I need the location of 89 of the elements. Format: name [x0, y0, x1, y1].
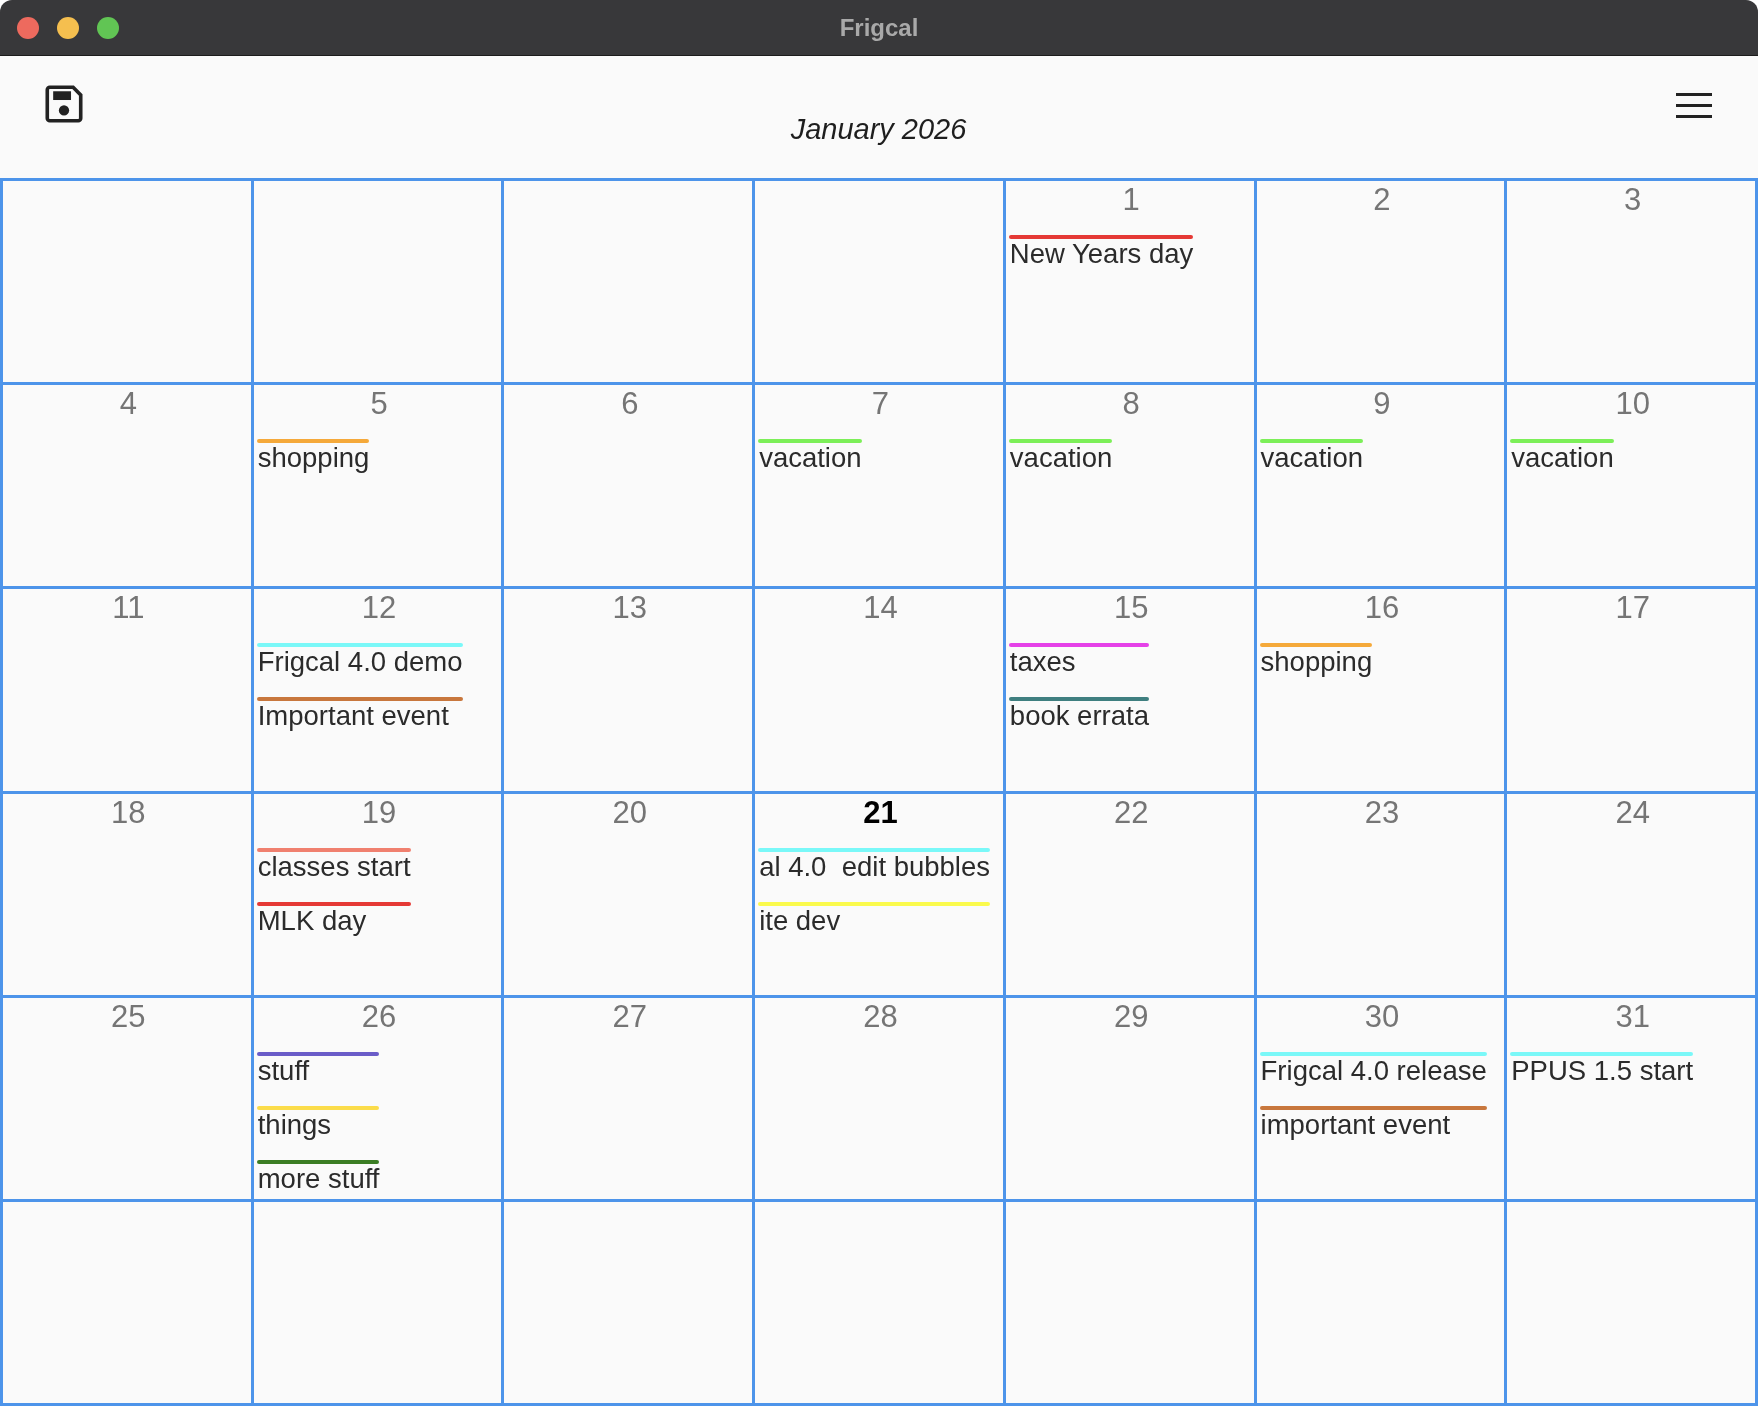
day-number: 18 [111, 793, 146, 832]
day-cell[interactable]: 19 classes start MLK day [253, 793, 502, 995]
event-label[interactable]: vacation [1510, 443, 1614, 474]
day-cell[interactable]: 16 shopping [1256, 589, 1505, 791]
event-label[interactable]: vacation [1008, 443, 1113, 474]
window-minimize-button[interactable] [57, 16, 79, 39]
day-number: 5 [370, 385, 388, 424]
day-number: 22 [1113, 793, 1149, 832]
day-number: 3 [1624, 181, 1642, 219]
event-label[interactable]: more stuff [256, 1163, 380, 1194]
day-cell[interactable]: 9 vacation [1256, 385, 1505, 587]
event-label[interactable]: Frigcal 4.0 demo [256, 647, 463, 678]
day-cell[interactable]: 13 [504, 589, 753, 791]
day-number: 25 [111, 997, 146, 1036]
day-number: 14 [863, 589, 898, 628]
day-number: 28 [863, 997, 898, 1036]
event-label[interactable]: MLK day [256, 905, 367, 936]
day-number: 15 [1113, 589, 1149, 628]
window-zoom-button[interactable] [97, 16, 119, 39]
day-cell[interactable]: 18 [3, 793, 251, 995]
day-number: 12 [361, 589, 397, 628]
day-number: 4 [119, 385, 137, 424]
event-label[interactable]: things [256, 1109, 332, 1140]
day-cell[interactable]: 14 [755, 589, 1003, 791]
window-title: Frigcal [839, 13, 919, 42]
day-cell[interactable]: 25 [3, 997, 251, 1199]
event-label[interactable]: shopping [1259, 647, 1373, 678]
event-label[interactable]: taxes [1008, 647, 1076, 678]
day-cell[interactable]: 7 vacation [755, 385, 1003, 587]
day-number: 23 [1364, 793, 1400, 832]
day-cell[interactable]: 22 [1005, 793, 1254, 995]
day-number: 30 [1364, 997, 1400, 1036]
day-cell[interactable]: 3 [1507, 181, 1755, 383]
event-label[interactable]: al 4.0 edit bubbles [758, 851, 990, 882]
day-number: 16 [1364, 589, 1400, 628]
day-number: 8 [1122, 385, 1140, 424]
event-label[interactable]: ite dev [758, 905, 841, 936]
event-label[interactable]: Important event [256, 701, 449, 732]
day-cell[interactable]: 8 vacation [1005, 385, 1254, 587]
event-label[interactable]: book errata [1008, 701, 1149, 732]
day-number: 29 [1113, 997, 1149, 1036]
day-number: 11 [112, 589, 145, 628]
day-number: 21 [863, 793, 898, 832]
day-number: 20 [612, 793, 647, 832]
day-cell[interactable]: 6 [504, 385, 753, 587]
day-number: 2 [1373, 181, 1391, 219]
day-cell[interactable]: 29 [1005, 997, 1254, 1199]
event-label[interactable]: vacation [758, 443, 862, 474]
day-cell[interactable]: 24 [1507, 793, 1755, 995]
event-label[interactable]: classes start [256, 851, 411, 882]
day-cell[interactable]: 15 taxes book errata [1005, 589, 1254, 791]
day-cell[interactable]: 12 Frigcal 4.0 demo Important event [253, 589, 502, 791]
day-cell[interactable]: 27 [504, 997, 753, 1199]
day-cell[interactable]: 2 [1256, 181, 1505, 383]
day-cell[interactable]: 21 al 4.0 edit bubbles ite dev [755, 793, 1003, 995]
day-number: 24 [1615, 793, 1650, 832]
day-number: 13 [612, 589, 647, 628]
day-cell[interactable]: 23 [1256, 793, 1505, 995]
day-cell[interactable]: 20 [504, 793, 753, 995]
month-title: January 2026 [790, 112, 967, 146]
day-cell[interactable]: 1 New Years day [1005, 181, 1254, 383]
day-number: 26 [361, 997, 397, 1036]
day-cell[interactable]: 31 PPUS 1.5 start [1507, 997, 1755, 1199]
day-cell[interactable]: 26 stuff things more stuff [253, 997, 502, 1199]
event-label[interactable]: New Years day [1008, 239, 1194, 269]
event-label[interactable]: stuff [256, 1055, 310, 1086]
event-label[interactable]: shopping [256, 443, 370, 474]
event-label[interactable]: vacation [1259, 443, 1363, 474]
event-label[interactable]: PPUS 1.5 start [1510, 1055, 1694, 1086]
day-cell[interactable]: 17 [1507, 589, 1755, 791]
day-cell[interactable]: 28 [755, 997, 1003, 1199]
day-number: 17 [1615, 589, 1650, 628]
day-number: 27 [612, 997, 647, 1036]
day-number: 10 [1615, 385, 1650, 424]
event-label[interactable]: Frigcal 4.0 release [1259, 1055, 1487, 1086]
day-number: 1 [1122, 181, 1140, 219]
day-cell[interactable]: 11 [3, 589, 251, 791]
day-cell[interactable]: 5 shopping [253, 385, 502, 587]
day-cell[interactable]: 4 [3, 385, 251, 587]
day-number: 19 [361, 793, 397, 832]
day-number: 9 [1373, 385, 1391, 424]
day-cell[interactable]: 30 Frigcal 4.0 release important event [1256, 997, 1505, 1199]
event-label[interactable]: important event [1259, 1109, 1451, 1140]
day-number: 7 [871, 385, 890, 424]
day-cell[interactable]: 10 vacation [1507, 385, 1755, 587]
window-close-button[interactable] [17, 16, 39, 39]
menu-icon[interactable] [1676, 93, 1712, 118]
day-number: 31 [1615, 997, 1650, 1036]
day-number: 6 [621, 385, 639, 424]
